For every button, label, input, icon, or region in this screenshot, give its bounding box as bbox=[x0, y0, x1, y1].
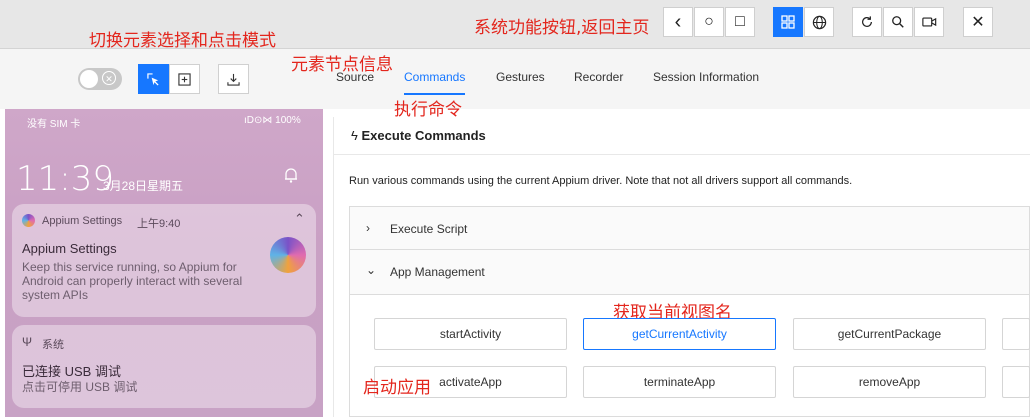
back-icon: ‹ bbox=[674, 11, 682, 33]
commands-description: Run various commands using the current A… bbox=[349, 175, 853, 187]
home-button[interactable]: ○ bbox=[694, 7, 724, 37]
notification-appium-settings[interactable]: Appium Settings 上午9:40 ⌃ Appium Settings… bbox=[12, 204, 316, 317]
get-current-activity-button[interactable]: getCurrentActivity bbox=[583, 318, 776, 350]
chevron-down-icon: ⌄ bbox=[366, 263, 377, 277]
refresh-button[interactable] bbox=[852, 7, 882, 37]
start-activity-button[interactable]: startActivity bbox=[374, 318, 567, 350]
more-command-button[interactable] bbox=[1002, 318, 1030, 350]
video-icon bbox=[921, 17, 936, 27]
select-elements-button[interactable] bbox=[138, 64, 169, 94]
lockscreen-date: 3月28日星期五 bbox=[103, 179, 184, 193]
section-label: Execute Script bbox=[390, 222, 468, 236]
search-icon bbox=[892, 16, 904, 28]
home-icon: ○ bbox=[704, 13, 714, 30]
tab-commands[interactable]: Commands bbox=[404, 70, 465, 84]
tap-coordinates-button[interactable] bbox=[169, 64, 200, 94]
refresh-icon bbox=[862, 16, 872, 27]
tab-source[interactable]: Source bbox=[336, 70, 374, 84]
globe-icon bbox=[812, 15, 826, 29]
close-circle-icon: ✕ bbox=[102, 71, 116, 85]
annotation-mode-switch: 切换元素选择和点击模式 bbox=[89, 31, 276, 51]
carrier-label: 没有 SIM 卡 bbox=[27, 119, 81, 130]
grid-icon bbox=[781, 15, 795, 29]
search-button[interactable] bbox=[883, 7, 913, 37]
section-execute-script[interactable]: › Execute Script bbox=[349, 206, 1030, 250]
toggle-knob bbox=[80, 70, 98, 88]
status-icons: ıD⊙⋈ 100% bbox=[244, 115, 301, 126]
select-cursor-icon bbox=[147, 72, 159, 86]
chevron-right-icon: › bbox=[366, 221, 370, 235]
download-icon bbox=[227, 73, 240, 86]
record-button[interactable] bbox=[914, 7, 944, 37]
recent-apps-icon: □ bbox=[735, 13, 745, 30]
execute-commands-title: ϟ Execute Commands bbox=[351, 128, 486, 143]
recent-apps-button[interactable]: □ bbox=[725, 7, 755, 37]
download-screenshot-button[interactable] bbox=[218, 64, 249, 94]
lockscreen-time: 11:39 bbox=[16, 159, 114, 199]
terminate-app-button[interactable]: terminateApp bbox=[583, 366, 776, 398]
section-label: App Management bbox=[390, 265, 485, 279]
tab-recorder[interactable]: Recorder bbox=[574, 70, 623, 84]
usb-icon: Ψ bbox=[22, 335, 33, 349]
remove-app-button[interactable]: removeApp bbox=[793, 366, 986, 398]
tab-gestures[interactable]: Gestures bbox=[496, 70, 545, 84]
native-app-mode-button[interactable] bbox=[773, 7, 803, 37]
chevron-up-icon[interactable]: ⌃ bbox=[294, 211, 305, 227]
notification-body: Keep this service running, so Appium for… bbox=[22, 260, 243, 302]
mode-toggle-switch[interactable]: ✕ bbox=[78, 68, 122, 90]
notification-app-name: Appium Settings bbox=[42, 215, 123, 227]
close-icon: ✕ bbox=[971, 14, 985, 31]
quit-session-button[interactable]: ✕ bbox=[963, 7, 993, 37]
notification-usb-debugging[interactable]: Ψ 系统 已连接 USB 调试 点击可停用 USB 调试 bbox=[12, 325, 316, 408]
notification-time: 上午9:40 bbox=[137, 218, 181, 230]
device-screenshot[interactable]: 没有 SIM 卡 ıD⊙⋈ 100% 11:39 3月28日星期五 Appium… bbox=[5, 109, 323, 417]
tab-session-information[interactable]: Session Information bbox=[653, 70, 759, 84]
bell-icon bbox=[282, 166, 300, 184]
notification-title: 已连接 USB 调试 bbox=[22, 364, 121, 379]
get-current-package-button[interactable]: getCurrentPackage bbox=[793, 318, 986, 350]
appium-large-icon bbox=[270, 237, 306, 273]
back-button[interactable]: ‹ bbox=[663, 7, 693, 37]
annotation-launch-app: 启动应用 bbox=[363, 378, 431, 398]
web-context-button[interactable] bbox=[804, 7, 834, 37]
appium-logo-icon bbox=[22, 214, 35, 227]
plus-square-icon bbox=[178, 72, 191, 86]
annotation-system-buttons: 系统功能按钮,返回主页 bbox=[474, 18, 650, 38]
notification-title: Appium Settings bbox=[22, 241, 117, 256]
lightning-icon: ϟ bbox=[351, 128, 358, 143]
notification-app-name: 系统 bbox=[42, 339, 64, 351]
more-command-button[interactable] bbox=[1002, 366, 1030, 398]
panel-divider bbox=[333, 154, 1030, 155]
notification-body: 点击可停用 USB 调试 bbox=[22, 380, 138, 394]
